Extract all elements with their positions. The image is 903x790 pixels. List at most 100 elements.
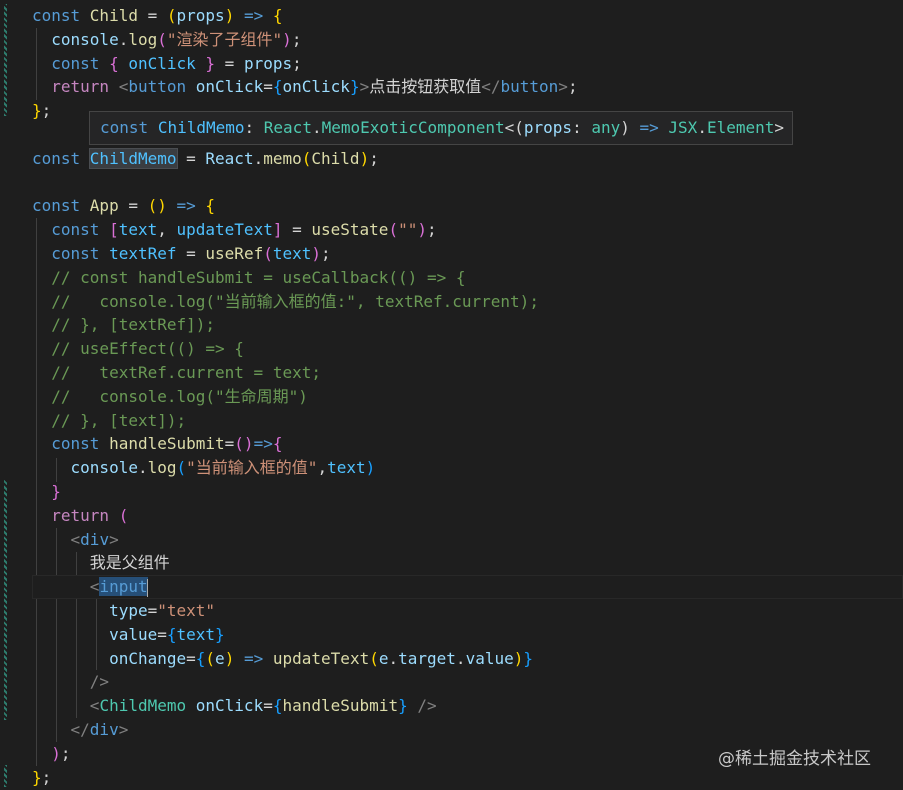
code-line[interactable]: <ChildMemo onClick={handleSubmit} /> <box>32 694 437 718</box>
code-token: > <box>359 77 370 97</box>
code-token: 我是父组件 <box>32 553 170 573</box>
code-token: log <box>147 458 177 478</box>
code-token: input <box>99 577 148 597</box>
code-line[interactable]: // useEffect(() => { <box>32 337 244 361</box>
code-token: props <box>243 53 293 73</box>
code-token: // }, [text]); <box>51 410 187 430</box>
code-token: . <box>388 648 399 668</box>
code-token: div <box>89 720 119 739</box>
code-token: < <box>89 577 100 597</box>
code-line[interactable]: // console.log("生命周期") <box>32 385 308 409</box>
code-token: [ <box>109 220 119 240</box>
code-line[interactable]: const ChildMemo = React.memo(Child); <box>32 147 379 171</box>
code-line[interactable]: const { onClick } = props; <box>32 52 301 76</box>
code-token: ( <box>118 505 129 525</box>
code-line[interactable]: /> <box>32 670 109 694</box>
code-token: button <box>128 77 196 97</box>
git-change-marker <box>4 4 7 116</box>
code-line[interactable]: }; <box>32 99 51 123</box>
code-token: onClick <box>195 696 264 716</box>
code-line[interactable]: </div> <box>32 718 129 742</box>
code-token: // useEffect(() => { <box>51 339 244 359</box>
code-token: } <box>32 767 42 787</box>
code-line[interactable]: return <button onClick={onClick}>点击按钮获取值… <box>32 75 577 99</box>
code-token: = <box>215 53 244 73</box>
code-line[interactable]: console.log("渲染了子组件"); <box>32 28 301 52</box>
code-line[interactable]: value={text} <box>32 623 225 647</box>
code-token: = <box>118 196 148 216</box>
code-token: = <box>137 6 167 25</box>
code-line[interactable]: } <box>32 480 61 504</box>
code-token: Child <box>89 6 138 25</box>
code-token: => <box>243 6 264 25</box>
code-line[interactable]: onChange={(e) => updateText(e.target.val… <box>32 647 533 671</box>
code-line[interactable]: const textRef = useRef(text); <box>32 242 331 266</box>
gutter <box>0 0 12 790</box>
code-line[interactable]: // }, [text]); <box>32 409 186 433</box>
tooltip-open: <( <box>504 118 524 137</box>
code-token: ) <box>282 29 292 49</box>
code-line[interactable]: const App = () => { <box>32 194 215 218</box>
code-token: onClick <box>282 77 350 97</box>
code-token: Child <box>311 148 360 168</box>
tooltip-type: MemoExoticComponent <box>321 118 505 137</box>
code-line[interactable]: ); <box>32 742 71 766</box>
code-line[interactable]: // console.log("当前输入框的值:", textRef.curre… <box>32 290 539 314</box>
code-token: </ <box>70 720 90 739</box>
code-token: ( <box>157 29 167 49</box>
tooltip-close: ) <box>620 118 630 137</box>
code-line[interactable]: }; <box>32 766 51 790</box>
tooltip-any: any <box>591 118 621 137</box>
code-line[interactable]: // textRef.current = text; <box>32 361 321 385</box>
code-token: /> <box>417 696 437 716</box>
code-token: ) <box>224 6 235 25</box>
code-token: ; <box>321 244 331 263</box>
code-line[interactable]: 我是父组件 <box>32 551 170 575</box>
code-line[interactable]: const [text, updateText] = useState(""); <box>32 218 436 242</box>
code-token: value <box>465 648 514 668</box>
code-token: = <box>176 244 206 263</box>
code-token: ) <box>417 220 427 240</box>
code-token: textRef <box>109 244 177 263</box>
code-line[interactable]: <input <box>32 575 148 599</box>
code-line[interactable]: const Child = (props) => { <box>32 4 283 28</box>
code-token: ChildMemo <box>88 147 178 169</box>
code-token: // console.log("当前输入框的值:", textRef.curre… <box>51 291 539 311</box>
code-line[interactable]: <div> <box>32 528 119 552</box>
code-token: } <box>215 624 225 644</box>
code-token: ; <box>41 767 52 787</box>
code-line[interactable]: console.log("当前输入框的值",text) <box>32 456 376 480</box>
code-token: . <box>253 148 264 168</box>
code-token: onClick <box>128 53 196 73</box>
code-token: ; <box>60 743 71 763</box>
code-token: = <box>263 77 273 97</box>
code-line[interactable]: return ( <box>32 504 128 528</box>
code-token: "" <box>398 220 418 240</box>
code-token: > <box>558 77 568 97</box>
code-token: ( <box>176 458 187 478</box>
code-token: ( <box>205 648 216 668</box>
code-token: } <box>523 648 534 668</box>
code-token: { <box>166 624 177 644</box>
tooltip-arrow: => <box>629 118 669 137</box>
code-token: { <box>205 196 216 216</box>
code-token: const <box>51 244 110 263</box>
code-line[interactable]: type="text" <box>32 599 215 623</box>
code-token: </ <box>481 77 501 97</box>
code-line[interactable]: const handleSubmit=()=>{ <box>32 432 282 456</box>
code-line[interactable]: // const handleSubmit = useCallback(() =… <box>32 266 465 290</box>
code-editor[interactable]: const Child = (props) => { console.log("… <box>0 0 903 790</box>
code-line[interactable]: // }, [textRef]); <box>32 313 215 337</box>
tooltip-colon: : <box>244 118 264 137</box>
